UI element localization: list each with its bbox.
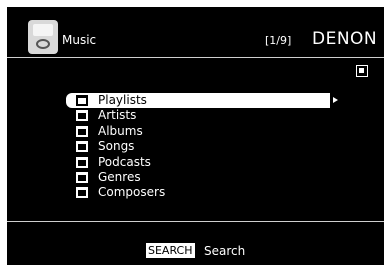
header-divider (7, 57, 384, 58)
footer-divider (7, 221, 384, 222)
menu-item-podcasts[interactable]: Podcasts (66, 155, 366, 170)
menu-item-genres[interactable]: Genres (66, 170, 366, 185)
source-label: Music (62, 33, 97, 47)
menu-item-label: Albums (98, 123, 143, 138)
menu-item-playlists[interactable]: Playlists (66, 93, 338, 109)
menu-list: Playlists Artists Albums Songs Podcasts … (66, 93, 366, 201)
search-action-label: Search (204, 244, 246, 258)
menu-item-label: Podcasts (98, 154, 151, 169)
folder-icon (76, 156, 88, 168)
menu-item-artists[interactable]: Artists (66, 108, 366, 123)
menu-item-songs[interactable]: Songs (66, 139, 366, 154)
brand-logo: DENON (312, 29, 378, 49)
menu-item-label: Artists (98, 108, 137, 123)
page-count: [1/9] (265, 34, 292, 47)
folder-icon (76, 110, 88, 122)
device-screen: Music [1/9] DENON Playlists Artists Albu… (7, 7, 384, 265)
folder-icon (76, 187, 88, 199)
menu-item-label: Composers (98, 185, 166, 200)
header: Music [1/9] DENON (7, 7, 384, 60)
menu-item-label: Playlists (98, 93, 147, 107)
stop-icon[interactable] (356, 65, 368, 77)
folder-icon (76, 125, 88, 137)
folder-icon (76, 171, 88, 183)
folder-icon (76, 141, 88, 153)
search-key-badge[interactable]: SEARCH (146, 243, 195, 258)
menu-item-composers[interactable]: Composers (66, 185, 366, 200)
menu-item-albums[interactable]: Albums (66, 124, 366, 139)
arrow-right-icon (333, 97, 338, 103)
footer: SEARCH Search (7, 236, 384, 265)
ipod-icon (28, 20, 58, 54)
folder-icon (76, 95, 88, 106)
menu-item-label: Genres (98, 169, 141, 184)
menu-item-label: Songs (98, 139, 135, 154)
